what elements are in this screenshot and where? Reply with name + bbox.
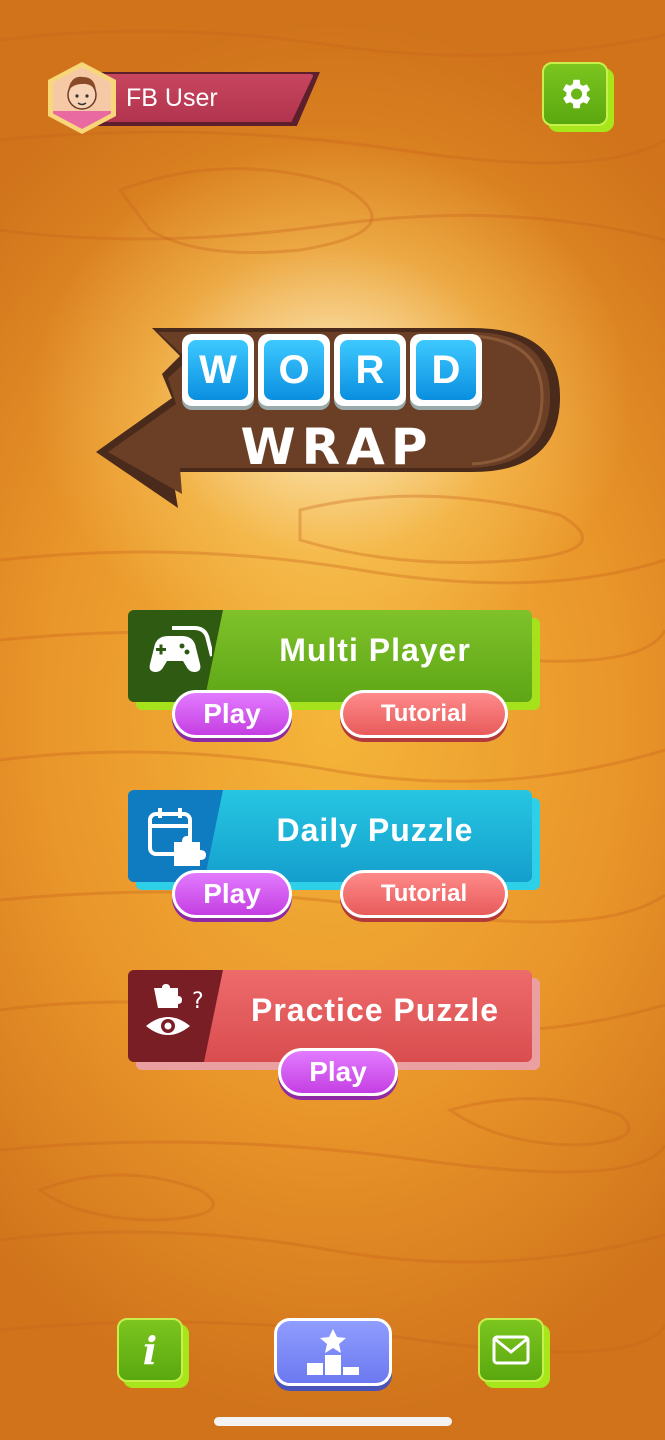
info-icon: i bbox=[142, 1327, 158, 1373]
leaderboard-icon bbox=[307, 1329, 359, 1375]
settings-button[interactable] bbox=[542, 62, 614, 132]
gamepad-icon bbox=[149, 626, 212, 672]
profile-badge[interactable]: FB User bbox=[48, 62, 320, 134]
daily-puzzle-tutorial-button[interactable]: Tutorial bbox=[340, 870, 508, 918]
logo-tile: O bbox=[258, 334, 330, 406]
daily-puzzle-title: Daily Puzzle bbox=[276, 812, 474, 848]
multi-player-icon-panel bbox=[128, 610, 223, 702]
practice-puzzle-icon-panel: ? bbox=[128, 970, 223, 1062]
daily-puzzle-icon-panel bbox=[128, 790, 223, 882]
puzzle-eye-icon: ? bbox=[146, 984, 204, 1035]
word-wrap-logo: W O R D WRAP bbox=[92, 322, 562, 512]
practice-puzzle-play-button[interactable]: Play bbox=[278, 1048, 398, 1096]
logo-tile: D bbox=[410, 334, 482, 406]
wood-background bbox=[0, 29, 665, 1354]
info-button[interactable]: i bbox=[117, 1318, 189, 1388]
logo-subtitle: WRAP bbox=[240, 418, 434, 476]
multi-player-tutorial-button[interactable]: Tutorial bbox=[340, 690, 508, 738]
home-indicator[interactable] bbox=[214, 1417, 452, 1426]
leaderboard-button[interactable] bbox=[274, 1318, 392, 1386]
daily-puzzle-play-button[interactable]: Play bbox=[172, 870, 292, 918]
practice-puzzle-title: Practice Puzzle bbox=[251, 992, 499, 1028]
logo-tile: R bbox=[334, 334, 406, 406]
multi-player-play-button[interactable]: Play bbox=[172, 690, 292, 738]
gear-icon bbox=[562, 79, 591, 109]
mail-icon bbox=[492, 1335, 530, 1365]
mail-button[interactable] bbox=[478, 1318, 550, 1388]
multi-player-title: Multi Player bbox=[279, 632, 471, 668]
calendar-puzzle-icon bbox=[148, 808, 206, 866]
logo-tile: W bbox=[182, 334, 254, 406]
svg-text:?: ? bbox=[192, 989, 204, 1014]
username-label: FB User bbox=[126, 84, 218, 112]
